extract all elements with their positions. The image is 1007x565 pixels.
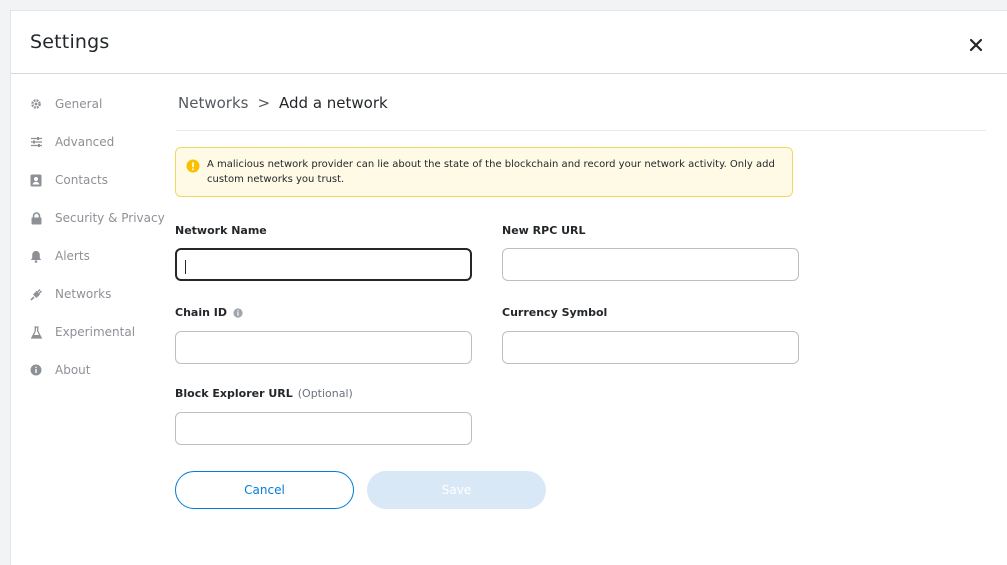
sidebar-item-label: Advanced	[55, 135, 115, 149]
contact-book-icon	[29, 173, 43, 187]
bell-icon	[29, 249, 43, 263]
close-icon[interactable]	[968, 37, 984, 53]
settings-panel: Settings General Advanced Contacts Secur…	[10, 10, 1007, 565]
sidebar-item-security-privacy[interactable]: Security & Privacy	[29, 208, 165, 228]
chain-id-info-icon[interactable]	[233, 307, 243, 318]
currency-symbol-input[interactable]	[502, 331, 799, 364]
block-explorer-input[interactable]	[175, 412, 472, 445]
network-name-input[interactable]	[175, 248, 472, 281]
chain-id-label: Chain ID	[175, 306, 243, 319]
sidebar-item-alerts[interactable]: Alerts	[29, 246, 90, 266]
info-icon	[29, 363, 43, 377]
sidebar-item-label: Security & Privacy	[55, 211, 165, 225]
breadcrumb-separator: >	[257, 94, 271, 112]
chain-id-label-text: Chain ID	[175, 306, 227, 319]
breadcrumb-current: Add a network	[279, 94, 388, 112]
save-button[interactable]: Save	[367, 471, 546, 509]
breadcrumb: Networks > Add a network	[178, 94, 388, 112]
sidebar-item-label: General	[55, 97, 103, 111]
block-explorer-label-text: Block Explorer URL	[175, 387, 293, 400]
warning-icon	[186, 158, 200, 173]
block-explorer-label: Block Explorer URL (Optional)	[175, 387, 353, 400]
sliders-icon	[29, 135, 43, 149]
sidebar-item-label: Contacts	[55, 173, 108, 187]
rpc-url-input[interactable]	[502, 248, 799, 281]
currency-symbol-label-text: Currency Symbol	[502, 306, 608, 319]
sidebar-item-label: Alerts	[55, 249, 90, 263]
sidebar-item-label: Networks	[55, 287, 112, 301]
sidebar-item-experimental[interactable]: Experimental	[29, 322, 135, 342]
sidebar-item-advanced[interactable]: Advanced	[29, 132, 114, 152]
sidebar-item-general[interactable]: General	[29, 94, 102, 114]
warning-text: A malicious network provider can lie abo…	[207, 159, 775, 185]
breadcrumb-networks-link[interactable]: Networks	[178, 94, 248, 112]
network-name-label-text: Network Name	[175, 224, 267, 237]
chain-id-input[interactable]	[175, 331, 472, 364]
rpc-url-label: New RPC URL	[502, 224, 586, 237]
sidebar-item-about[interactable]: About	[29, 360, 90, 380]
text-caret	[185, 260, 186, 274]
cancel-button[interactable]: Cancel	[175, 471, 354, 509]
optional-hint: (Optional)	[297, 387, 353, 400]
sidebar-item-label: Experimental	[55, 325, 136, 339]
lock-icon	[29, 211, 43, 225]
content-divider	[176, 130, 986, 131]
page-title: Settings	[30, 31, 110, 53]
flask-icon	[29, 325, 43, 339]
rpc-url-label-text: New RPC URL	[502, 224, 586, 237]
sidebar-item-contacts[interactable]: Contacts	[29, 170, 108, 190]
plug-icon	[29, 287, 43, 301]
network-name-label: Network Name	[175, 224, 267, 237]
gear-icon	[29, 97, 43, 111]
sidebar-item-networks[interactable]: Networks	[29, 284, 111, 304]
warning-banner: A malicious network provider can lie abo…	[175, 147, 793, 197]
settings-header: Settings	[11, 11, 1007, 74]
currency-symbol-label: Currency Symbol	[502, 306, 607, 319]
sidebar-item-label: About	[55, 363, 91, 377]
